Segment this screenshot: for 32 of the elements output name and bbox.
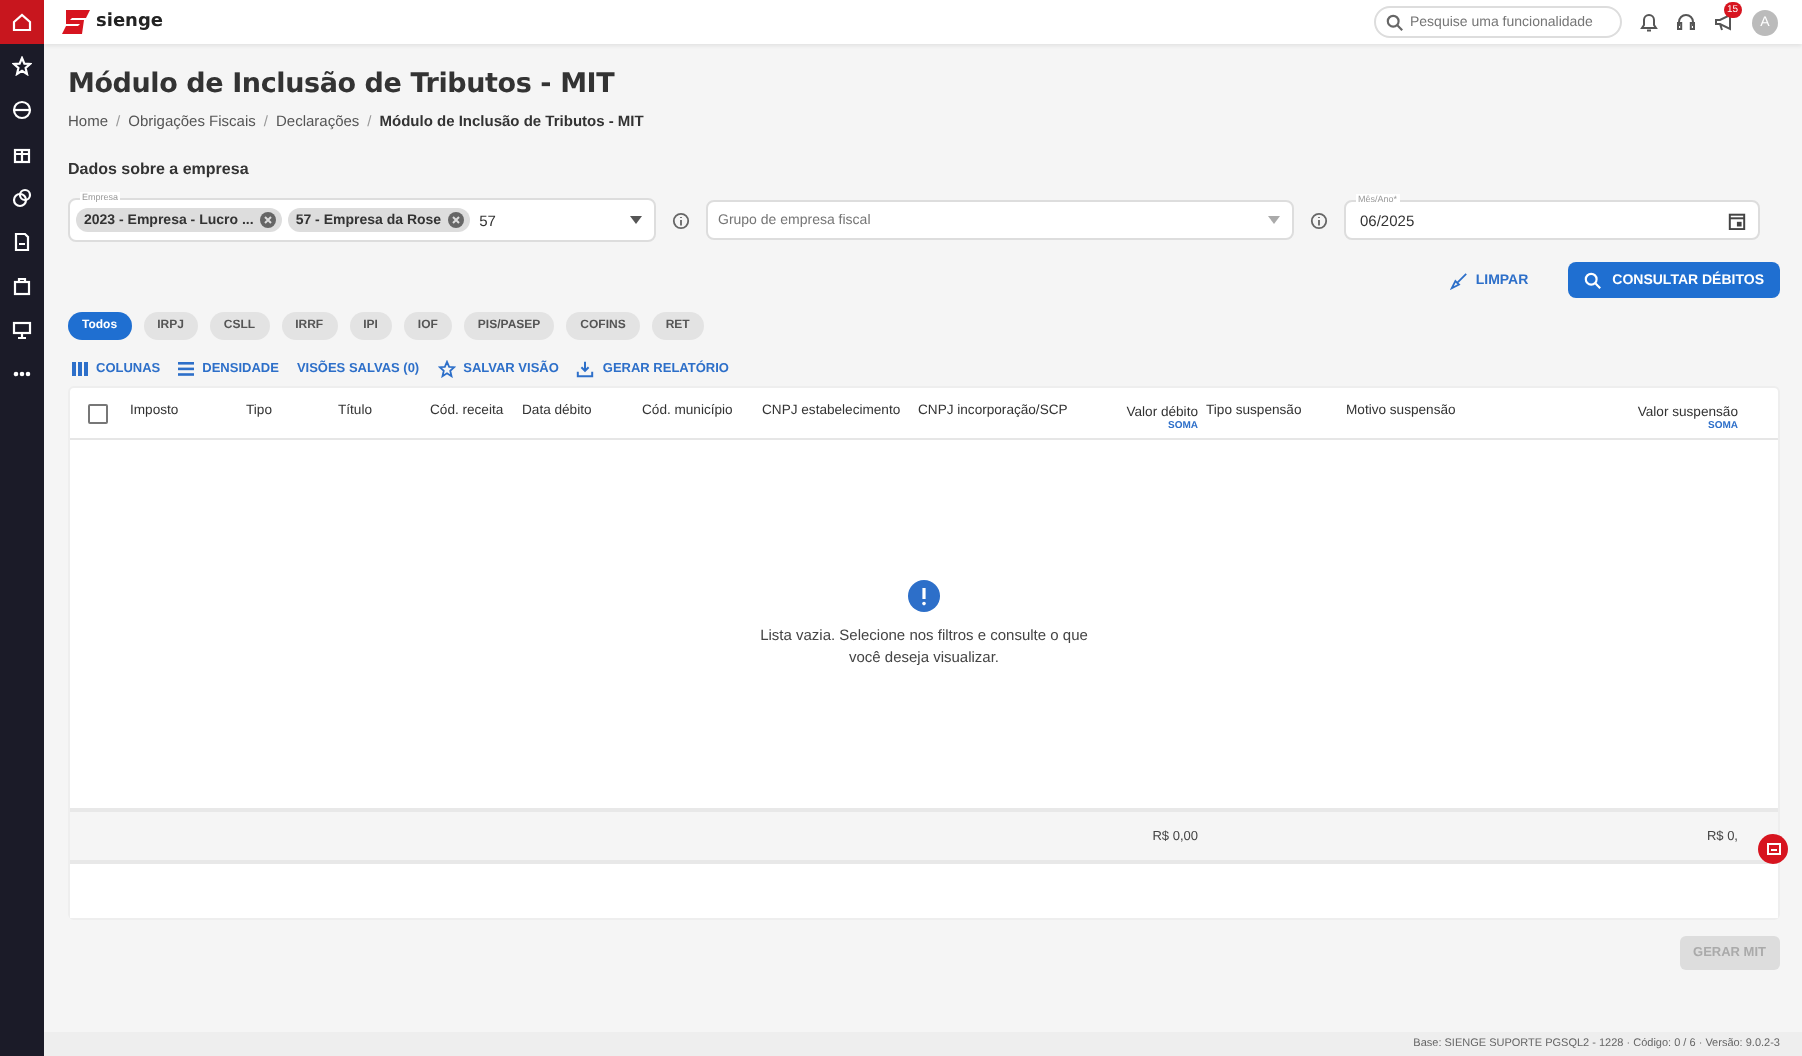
info-icon [908, 580, 940, 612]
page-title: Módulo de Inclusão de Tributos - MIT [68, 68, 617, 100]
caret-icon [1268, 216, 1280, 224]
home-icon [12, 12, 32, 32]
coins-icon [12, 188, 32, 208]
sidebar-item[interactable] [0, 0, 44, 44]
bell-icon[interactable] [1640, 12, 1658, 32]
select-all-checkbox[interactable] [88, 403, 108, 423]
logo-icon [62, 10, 90, 34]
headset-icon[interactable] [1676, 12, 1696, 32]
density-icon [178, 362, 195, 376]
megaphone-icon[interactable] [1714, 12, 1734, 32]
remove-icon[interactable] [447, 212, 464, 228]
caret-icon [630, 216, 642, 224]
globe-icon [12, 100, 32, 120]
feedback-button[interactable] [1758, 834, 1788, 864]
document-icon [12, 232, 32, 252]
search-icon [1386, 13, 1404, 31]
star-icon [437, 360, 456, 378]
remove-icon[interactable] [259, 212, 276, 228]
star-icon [12, 56, 32, 76]
chat-icon [1765, 841, 1781, 857]
columns-icon [72, 362, 88, 376]
calendar-icon[interactable] [1728, 211, 1746, 229]
search-icon [1584, 271, 1603, 289]
download-icon [576, 360, 595, 378]
info-icon[interactable] [672, 211, 690, 229]
monitor-icon [12, 320, 32, 340]
info-icon[interactable] [1310, 211, 1328, 229]
logo-text: sienge [96, 12, 163, 32]
section-title: Dados sobre a empresa [68, 160, 251, 178]
briefcase-icon [12, 276, 32, 296]
